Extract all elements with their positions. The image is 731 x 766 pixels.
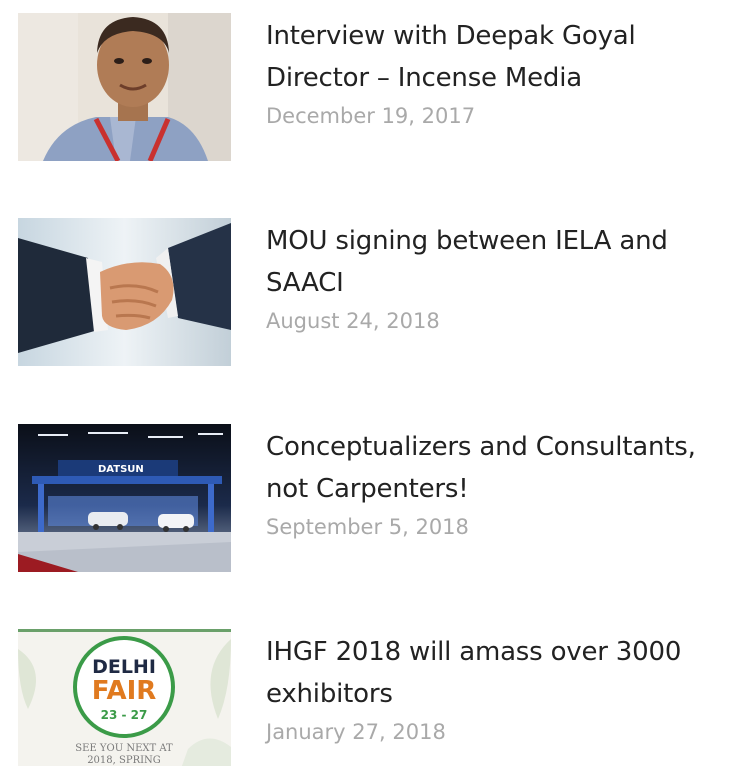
post-thumbnail-portrait[interactable] <box>18 13 231 161</box>
logo-delhi-text: DELHI <box>92 656 156 678</box>
post-meta: Interview with Deepak Goyal Director – I… <box>266 15 721 133</box>
post-thumbnail-handshake[interactable] <box>18 218 231 366</box>
logo-tagline-text: SEE YOU NEXT AT <box>75 743 173 754</box>
post-date: September 5, 2018 <box>266 515 469 539</box>
post-date: January 27, 2018 <box>266 720 446 744</box>
logo-fair-text: FAIR <box>92 676 157 706</box>
post-meta: Conceptualizers and Consultants, not Car… <box>266 426 721 544</box>
exhibition-hall-photo-icon: DATSUN <box>18 424 231 572</box>
post-item: DATSUN Conceptualizers and Consultants, … <box>0 424 731 572</box>
booth-sign-text: DATSUN <box>98 464 144 475</box>
post-date: December 19, 2017 <box>266 104 476 128</box>
post-title-link[interactable]: Conceptualizers and Consultants, not Car… <box>266 426 721 510</box>
delhi-fair-logo-icon: DELHI FAIR 23 - 27 SEE YOU NEXT AT 2018,… <box>18 629 231 766</box>
post-thumbnail-exhibition[interactable]: DATSUN <box>18 424 231 572</box>
post-thumbnail-delhi-fair[interactable]: DELHI FAIR 23 - 27 SEE YOU NEXT AT 2018,… <box>18 629 231 766</box>
post-date: August 24, 2018 <box>266 309 440 333</box>
post-meta: IHGF 2018 will amass over 3000 exhibitor… <box>266 631 721 749</box>
post-title-link[interactable]: IHGF 2018 will amass over 3000 exhibitor… <box>266 631 721 715</box>
post-meta: MOU signing between IELA and SAACI Augus… <box>266 220 721 338</box>
logo-tagline-text: 2018, SPRING <box>87 755 161 766</box>
post-title-link[interactable]: MOU signing between IELA and SAACI <box>266 220 721 304</box>
post-title-link[interactable]: Interview with Deepak Goyal Director – I… <box>266 15 721 99</box>
logo-dates-text: 23 - 27 <box>101 708 148 722</box>
portrait-photo-icon <box>18 13 231 161</box>
post-item: MOU signing between IELA and SAACI Augus… <box>0 218 731 366</box>
handshake-photo-icon <box>18 218 231 366</box>
related-posts-list: Interview with Deepak Goyal Director – I… <box>0 0 731 766</box>
post-item: DELHI FAIR 23 - 27 SEE YOU NEXT AT 2018,… <box>0 629 731 766</box>
post-item: Interview with Deepak Goyal Director – I… <box>0 13 731 161</box>
